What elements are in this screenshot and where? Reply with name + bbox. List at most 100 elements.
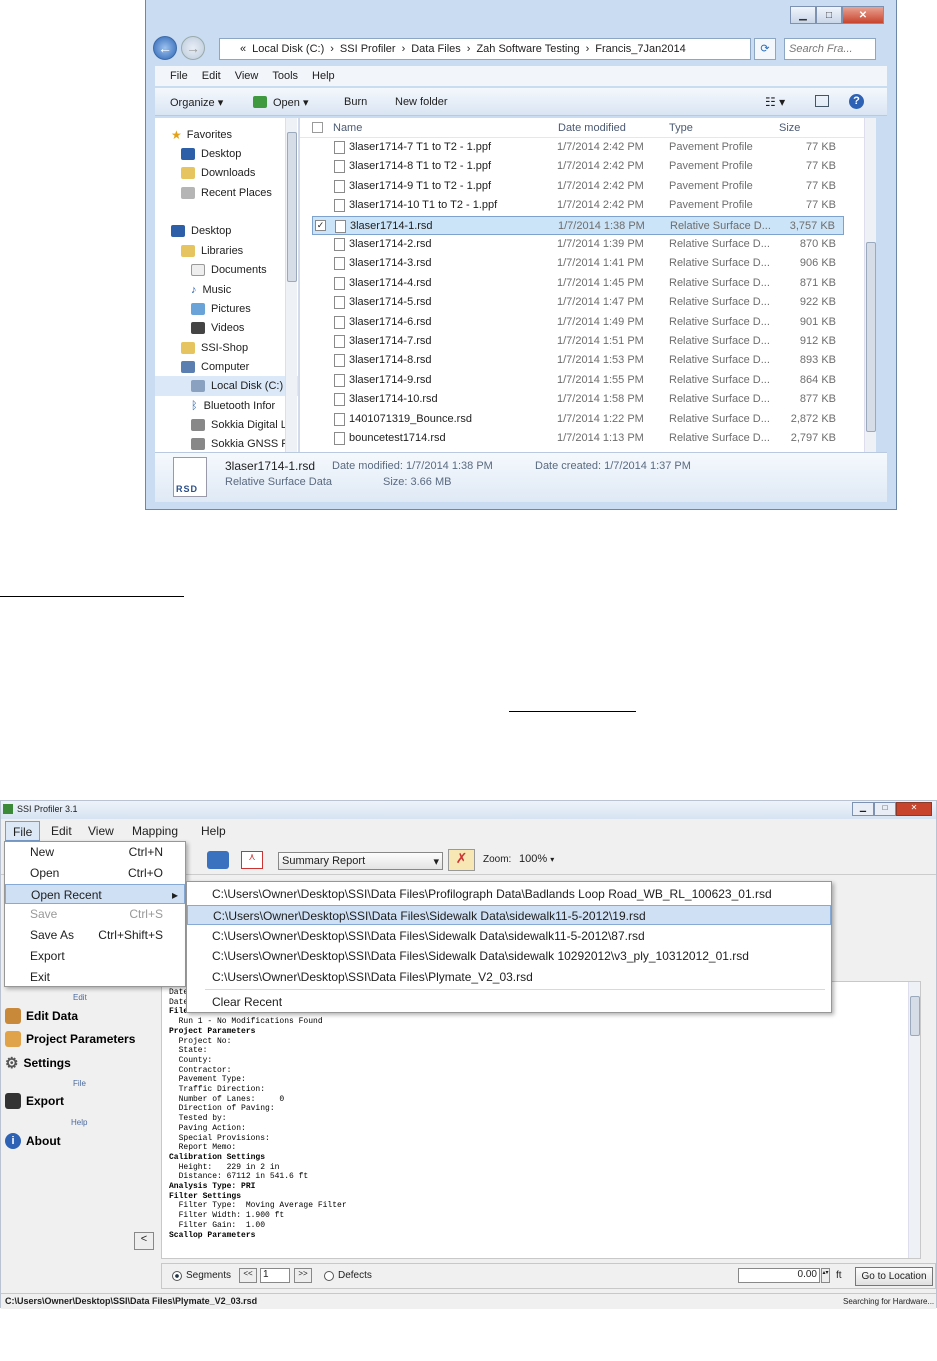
file-row[interactable]: 3laser1714-4.rsd 1/7/2014 1:45 PM Relative… xyxy=(312,274,844,293)
menu-view[interactable]: View xyxy=(88,824,114,838)
view-options-icon[interactable]: ☷ ▾ xyxy=(765,95,785,109)
open-button[interactable]: Open ▾ xyxy=(273,96,309,109)
menu-edit[interactable]: Edit xyxy=(51,824,72,838)
address-seg[interactable]: Local Disk (C:) xyxy=(252,43,324,55)
defects-radio[interactable] xyxy=(324,1271,334,1281)
file-scroll-thumb[interactable] xyxy=(866,242,876,432)
nav-ssi-shop[interactable]: SSI-Shop xyxy=(181,342,248,354)
nav-local-disk[interactable]: Local Disk (C:) xyxy=(155,376,298,396)
recent-file-item[interactable]: C:\Users\Owner\Desktop\SSI\Data Files\Si… xyxy=(187,904,831,925)
nav-bluetooth[interactable]: ᛒ Bluetooth Infor xyxy=(191,400,275,412)
file-row[interactable]: 3laser1714-6.rsd 1/7/2014 1:49 PM Relative… xyxy=(312,313,844,332)
file-row[interactable]: 3laser1714-5.rsd 1/7/2014 1:47 PM Relative… xyxy=(312,293,844,312)
minimize-button[interactable]: ▁ xyxy=(790,6,816,24)
report-scrollbar[interactable] xyxy=(908,982,920,1258)
project-parameters-button[interactable]: Project Parameters xyxy=(5,1031,135,1047)
settings-button[interactable]: ⚙ Settings xyxy=(5,1054,71,1072)
menu-help[interactable]: Help xyxy=(312,70,335,82)
burn-button[interactable]: Burn xyxy=(344,96,367,108)
file-menu-item[interactable]: Save As Ctrl+Shift+S xyxy=(5,925,185,945)
file-row[interactable]: 3laser1714-7 T1 to T2 - 1.ppf 1/7/2014 2:… xyxy=(312,138,844,157)
recent-file-item[interactable]: C:\Users\Owner\Desktop\SSI\Data Files\Pl… xyxy=(187,967,831,987)
file-menu-item[interactable]: New Ctrl+N xyxy=(5,842,185,862)
file-scrollbar[interactable] xyxy=(864,118,876,452)
next-segment-button[interactable]: >> xyxy=(294,1268,312,1283)
file-row[interactable]: 3laser1714-8.rsd 1/7/2014 1:53 PM Relative… xyxy=(312,351,844,370)
row-checkbox[interactable]: ✓ xyxy=(315,219,326,231)
file-row[interactable]: 3laser1714-8 T1 to T2 - 1.ppf 1/7/2014 2:… xyxy=(312,157,844,176)
help-icon[interactable]: ? xyxy=(849,94,864,109)
col-type[interactable]: Type xyxy=(669,122,693,134)
address-seg[interactable]: Data Files xyxy=(411,43,461,55)
nav-videos[interactable]: Videos xyxy=(191,322,244,334)
file-row[interactable]: 3laser1714-7.rsd 1/7/2014 1:51 PM Relative… xyxy=(312,332,844,351)
nav-sokkia-gnss[interactable]: Sokkia GNSS Re xyxy=(191,438,295,450)
nav-music[interactable]: ♪ Music xyxy=(191,284,231,296)
nav-scroll-thumb[interactable] xyxy=(287,132,297,282)
address-seg[interactable]: Francis_7Jan2014 xyxy=(595,43,686,55)
menu-tools[interactable]: Tools xyxy=(272,70,298,82)
col-date[interactable]: Date modified xyxy=(558,122,626,134)
nav-desktop[interactable]: Desktop xyxy=(181,148,241,160)
clear-tool-icon[interactable]: ✗ xyxy=(448,849,475,871)
zoom-select[interactable]: 100% ▾ xyxy=(515,851,565,869)
report-type-select[interactable]: Summary Report ▾ xyxy=(278,852,443,870)
new-folder-button[interactable]: New folder xyxy=(395,96,448,108)
nav-documents[interactable]: Documents xyxy=(191,264,267,276)
nav-libraries[interactable]: Libraries xyxy=(181,245,243,257)
prev-segment-button[interactable]: << xyxy=(239,1268,257,1283)
maximize-button[interactable]: □ xyxy=(816,6,842,24)
nav-scrollbar[interactable] xyxy=(285,118,297,452)
file-menu-item[interactable]: Export xyxy=(5,946,185,966)
file-row[interactable]: 3laser1714-9 T1 to T2 - 1.ppf 1/7/2014 2:… xyxy=(312,177,844,196)
segments-radio[interactable] xyxy=(172,1271,182,1281)
recent-file-item[interactable]: C:\Users\Owner\Desktop\SSI\Data Files\Pr… xyxy=(187,884,831,904)
report-scroll-thumb[interactable] xyxy=(910,996,920,1036)
file-row[interactable]: 3laser1714-3.rsd 1/7/2014 1:41 PM Relative… xyxy=(312,254,844,273)
file-row[interactable]: 3laser1714-10.rsd 1/7/2014 1:58 PM Relativ… xyxy=(312,390,844,409)
nav-sokkia-digital[interactable]: Sokkia Digital L xyxy=(191,419,287,431)
edit-data-button[interactable]: Edit Data xyxy=(5,1008,78,1024)
file-menu-item[interactable]: Open Ctrl+O xyxy=(5,863,185,883)
address-seg[interactable]: Zah Software Testing xyxy=(476,43,579,55)
minimize-button[interactable]: ▁ xyxy=(852,802,874,816)
close-button[interactable]: ✕ xyxy=(842,6,884,24)
nav-recent-places[interactable]: Recent Places xyxy=(181,187,272,199)
menu-file[interactable]: File xyxy=(5,821,41,841)
nav-favorites[interactable]: ★ Favorites xyxy=(171,128,232,142)
distance-input[interactable]: 0.00 xyxy=(738,1268,820,1283)
nav-pictures[interactable]: Pictures xyxy=(191,303,251,315)
menu-view[interactable]: View xyxy=(235,70,259,82)
file-row[interactable]: bouncetest1714.rsd 1/7/2014 1:13 PM Relati… xyxy=(312,429,844,448)
file-row[interactable]: 3laser1714-10 T1 to T2 - 1.ppf 1/7/2014 2… xyxy=(312,196,844,215)
select-all-checkbox[interactable] xyxy=(312,122,323,133)
nav-computer[interactable]: Computer xyxy=(181,361,249,373)
close-button[interactable]: ✕ xyxy=(896,802,932,816)
file-menu-item[interactable]: Exit xyxy=(5,967,185,987)
address-seg[interactable]: SSI Profiler xyxy=(340,43,396,55)
collapse-sidebar-button[interactable]: < xyxy=(134,1232,154,1250)
nav-desktop-root[interactable]: Desktop xyxy=(171,225,231,237)
preview-pane-icon[interactable] xyxy=(815,95,829,107)
forward-button[interactable]: → xyxy=(181,36,205,60)
file-menu-item[interactable]: Save Ctrl+S xyxy=(5,904,185,924)
distance-spinner[interactable]: ▴▾ xyxy=(821,1268,830,1283)
menu-file[interactable]: File xyxy=(170,70,188,82)
refresh-icon[interactable]: ⟳ xyxy=(754,38,776,60)
recent-file-item[interactable]: C:\Users\Owner\Desktop\SSI\Data Files\Si… xyxy=(187,946,831,966)
print-icon[interactable] xyxy=(207,851,229,869)
address-bar[interactable]: « Local Disk (C:) › SSI Profiler › Data … xyxy=(219,38,751,60)
col-size[interactable]: Size xyxy=(779,122,800,134)
menu-edit[interactable]: Edit xyxy=(202,70,221,82)
col-name[interactable]: Name xyxy=(333,122,362,134)
back-button[interactable]: ← xyxy=(153,36,177,60)
file-row[interactable]: 3laser1714-2.rsd 1/7/2014 1:39 PM Relative… xyxy=(312,235,844,254)
file-row[interactable]: 1401071319_Bounce.rsd 1/7/2014 1:22 PM Rel… xyxy=(312,410,844,429)
organize-button[interactable]: Organize ▾ xyxy=(170,96,223,109)
file-menu-item[interactable]: Open Recent ▸ xyxy=(5,883,185,904)
go-to-location-button[interactable]: Go to Location xyxy=(855,1267,933,1286)
menu-mapping[interactable]: Mapping xyxy=(132,824,178,838)
about-button[interactable]: i About xyxy=(5,1133,61,1149)
recent-file-item[interactable]: C:\Users\Owner\Desktop\SSI\Data Files\Si… xyxy=(187,926,831,946)
nav-downloads[interactable]: Downloads xyxy=(181,167,255,179)
